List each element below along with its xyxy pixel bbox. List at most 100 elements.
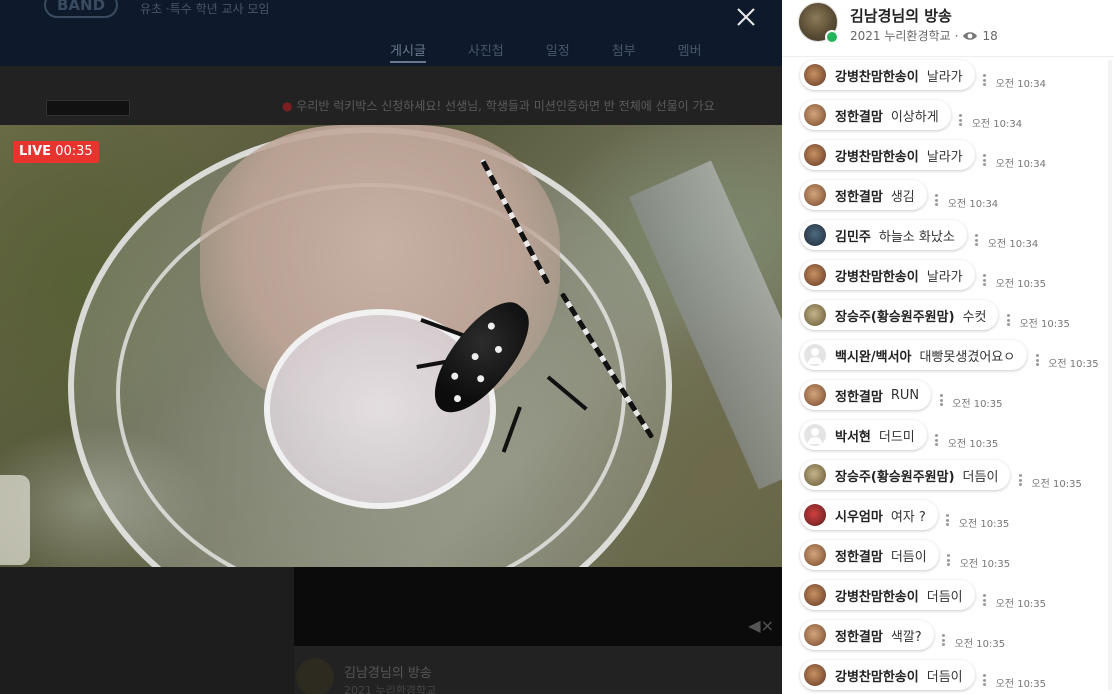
chat-avatar[interactable] (804, 384, 826, 406)
chat-avatar[interactable] (804, 544, 826, 566)
band-name[interactable]: 2021 누리환경학교 (850, 27, 951, 44)
chat-time: 오전 10:35 (995, 279, 1047, 290)
chat-text: 이상하게 (890, 109, 939, 125)
chat-nickname[interactable]: 강병찬맘한송이 (835, 666, 919, 685)
chat-nickname[interactable]: 강병찬맘한송이 (835, 586, 919, 605)
mute-icon: ◀× (748, 616, 774, 635)
chat-bubble: 강병찬맘한송이 날라가 (800, 60, 975, 90)
chat-bubble: 강병찬맘한송이 날라가 (800, 140, 975, 170)
chat-avatar[interactable] (804, 264, 826, 286)
more-vertical-icon[interactable] (980, 72, 990, 88)
chat-bubble: 백시완/백서아 대빵못생겼어요ㅇ (800, 340, 1028, 370)
more-vertical-icon[interactable] (936, 392, 946, 408)
more-vertical-icon[interactable] (1003, 312, 1013, 328)
more-vertical-icon[interactable] (1032, 352, 1042, 368)
live-badge: LIVE 00:35 (13, 141, 99, 163)
chat-message: 강병찬맘한송이 더듬이 오전 10:35 (800, 576, 1046, 610)
chat-time: 오전 10:35 (1031, 479, 1082, 490)
broadcast-title: 김남경님의 방송 (850, 7, 952, 25)
tab-photos[interactable]: 사진첩 (468, 40, 504, 63)
viewer-count: 18 (982, 28, 998, 43)
band-logo: BAND (44, 0, 118, 18)
chat-time: 오전 10:35 (947, 439, 999, 450)
chat-bubble: 박서현 더드미 (800, 420, 927, 450)
more-vertical-icon[interactable] (972, 232, 982, 248)
chat-bubble: 정한결맘 색깔? (800, 620, 934, 650)
chat-text: 수컷 (962, 309, 987, 325)
chat-nickname[interactable]: 강병찬맘한송이 (835, 266, 919, 285)
more-vertical-icon[interactable] (939, 632, 949, 648)
background-notice: ● 우리반 럭키박스 신청하세요! 선생님, 학생들과 미션인증하면 반 전체에… (282, 99, 715, 113)
chat-bubble: 강병찬맘한송이 날라가 (800, 260, 975, 290)
chat-avatar[interactable] (804, 624, 826, 646)
chat-avatar[interactable] (804, 64, 826, 86)
chat-message: 강병찬맘한송이 날라가 오전 10:34 (800, 136, 1046, 170)
chat-avatar[interactable] (804, 504, 826, 526)
chat-nickname[interactable]: 강병찬맘한송이 (835, 66, 919, 85)
chat-bubble: 장승주(황승원주원맘) 수컷 (800, 300, 999, 330)
chat-time: 오전 10:34 (971, 119, 1023, 130)
tab-attachments[interactable]: 첨부 (612, 40, 636, 63)
chat-avatar[interactable] (804, 464, 826, 486)
chat-time: 오전 10:34 (987, 239, 1039, 250)
more-vertical-icon[interactable] (980, 152, 990, 168)
tab-posts[interactable]: 게시글 (390, 40, 426, 63)
more-vertical-icon[interactable] (1015, 472, 1025, 488)
background-post-video: ◀× (294, 566, 782, 646)
chat-avatar[interactable] (804, 584, 826, 606)
chat-avatar[interactable] (804, 344, 826, 366)
tab-schedule[interactable]: 일정 (546, 40, 570, 63)
chat-text: 더듬이 (962, 469, 999, 485)
more-vertical-icon[interactable] (944, 552, 954, 568)
chat-nickname[interactable]: 강병찬맘한송이 (835, 146, 919, 165)
chat-text: 날라가 (926, 149, 963, 165)
more-vertical-icon[interactable] (980, 592, 990, 608)
more-vertical-icon[interactable] (932, 192, 942, 208)
chat-nickname[interactable]: 장승주(황승원주원맘) (835, 466, 955, 485)
chat-avatar[interactable] (804, 224, 826, 246)
chat-nickname[interactable]: 정한결맘 (835, 106, 883, 125)
chat-time: 오전 10:35 (958, 519, 1010, 530)
chat-message: 정한결맘 생김 오전 10:34 (800, 176, 998, 210)
chat-list[interactable]: 강병찬맘한송이 날라가 오전 10:34 정한결맘 이상하게 오전 10:34 강병찬맘한송… (782, 56, 1114, 694)
chat-nickname[interactable]: 장승주(황승원주원맘) (835, 306, 955, 325)
more-vertical-icon[interactable] (980, 672, 990, 688)
live-video[interactable] (0, 125, 782, 567)
chat-nickname[interactable]: 정한결맘 (835, 626, 883, 645)
chat-message: 박서현 더드미오전 10:35 (800, 416, 998, 450)
more-vertical-icon[interactable] (956, 112, 966, 128)
chat-text: 색깔? (890, 629, 922, 645)
chat-avatar[interactable] (804, 144, 826, 166)
chat-bubble: 김민주 하늘소 화났소 (800, 220, 967, 250)
chat-nickname[interactable]: 정한결맘 (835, 186, 883, 205)
chat-message: 강병찬맘한송이 날라가오전 10:34 (800, 56, 1046, 90)
chat-avatar[interactable] (804, 304, 826, 326)
chat-avatar[interactable] (804, 664, 826, 686)
chat-nickname[interactable]: 박서현 (835, 426, 871, 445)
chat-text: RUN (890, 387, 920, 403)
close-button[interactable] (733, 4, 759, 30)
more-vertical-icon[interactable] (943, 512, 953, 528)
live-elapsed: 00:35 (55, 144, 93, 159)
background-post-sub: 2021 누리환경학교 (344, 684, 437, 694)
chat-message: 장승주(황승원주원맘) 수컷 오전 10:35 (800, 296, 1070, 330)
notice-text: 우리반 럭키박스 신청하세요! 선생님, 학생들과 미션인증하면 반 전체에 선… (296, 99, 715, 113)
more-vertical-icon[interactable] (932, 432, 942, 448)
chat-avatar[interactable] (804, 104, 826, 126)
chat-nickname[interactable]: 시우엄마 (835, 506, 883, 525)
chat-text: 생김 (890, 189, 915, 205)
chat-message: 강병찬맘한송이 날라가오전 10:35 (800, 256, 1046, 290)
chat-nickname[interactable]: 정한결맘 (835, 386, 883, 405)
chat-time: 오전 10:34 (995, 79, 1047, 90)
background-header: BAND 유초 ·특수 학년 교사 모임 게시글 사진첩 일정 첨부 멤버 (0, 0, 782, 66)
chat-avatar[interactable] (804, 184, 826, 206)
chat-nickname[interactable]: 김민주 (835, 226, 871, 245)
chat-nickname[interactable]: 백시완/백서아 (835, 346, 912, 365)
chat-text: 더드미 (878, 429, 915, 445)
tab-members[interactable]: 멤버 (678, 40, 702, 63)
chat-text: 여자 ? (890, 509, 926, 525)
chat-text: 날라가 (926, 69, 963, 85)
chat-avatar[interactable] (804, 424, 826, 446)
more-vertical-icon[interactable] (980, 272, 990, 288)
chat-nickname[interactable]: 정한결맘 (835, 546, 883, 565)
